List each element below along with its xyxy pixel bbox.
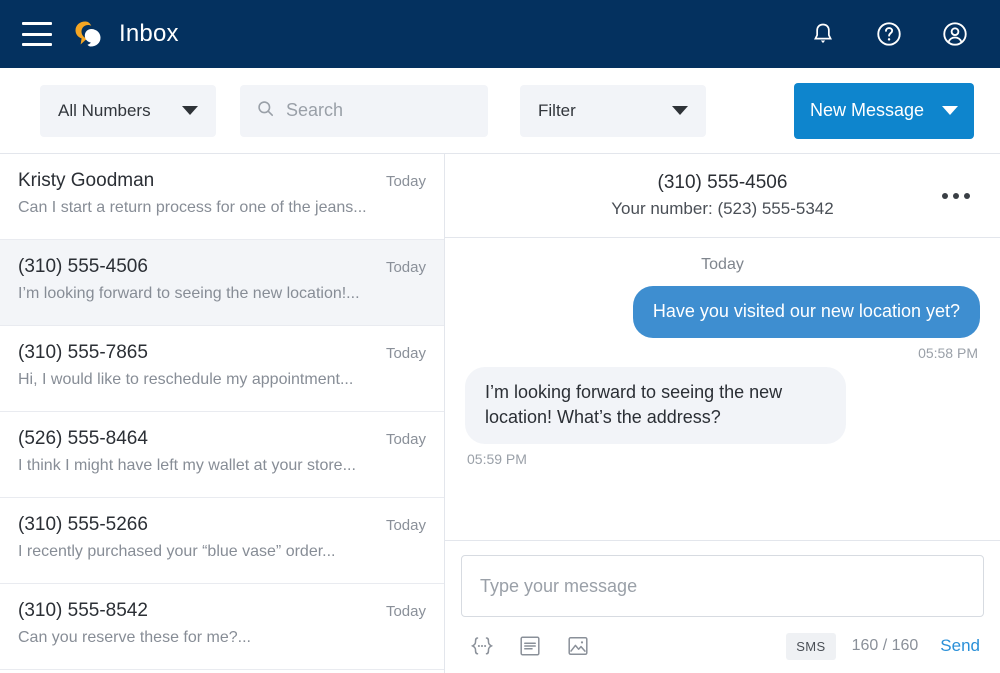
hamburger-bar — [22, 33, 52, 36]
account-circle-icon[interactable] — [940, 19, 970, 49]
conversation-item-1[interactable]: (310) 555-4506 Today I’m looking forward… — [0, 240, 444, 326]
page-title: Inbox — [119, 20, 179, 48]
conversation-time: Today — [386, 173, 426, 190]
character-counter: 160 / 160 — [852, 637, 919, 655]
search-input[interactable]: Search — [240, 85, 488, 137]
message-row-outgoing: Have you visited our new location yet? 0… — [465, 286, 980, 361]
search-placeholder: Search — [286, 100, 343, 121]
hamburger-menu-icon[interactable] — [22, 22, 52, 46]
conversation-top-row: (310) 555-4506 Today — [18, 256, 426, 278]
conversation-top-row: Kristy Goodman Today — [18, 170, 426, 192]
message-input-placeholder: Type your message — [480, 576, 637, 597]
conversation-time: Today — [386, 259, 426, 276]
conversation-preview: Hi, I would like to reschedule my appoin… — [18, 371, 426, 389]
merge-field-icon[interactable] — [465, 631, 499, 661]
conversation-preview: I recently purchased your “blue vase” or… — [18, 543, 426, 561]
filter-label: Filter — [538, 101, 576, 121]
conversation-item-4[interactable]: (310) 555-5266 Today I recently purchase… — [0, 498, 444, 584]
chevron-down-icon — [182, 106, 198, 115]
message-timestamp: 05:59 PM — [467, 451, 527, 467]
filters-toolbar: All Numbers Search Filter New Message — [0, 68, 1000, 154]
conversation-top-row: (526) 555-8464 Today — [18, 428, 426, 450]
conversation-preview: I’m looking forward to seeing the new lo… — [18, 285, 426, 303]
conversation-thread: (310) 555-4506 Your number: (523) 555-53… — [445, 154, 1000, 673]
conversation-name: Kristy Goodman — [18, 170, 378, 192]
conversation-preview: Can I start a return process for one of … — [18, 199, 426, 217]
message-bubble: Have you visited our new location yet? — [633, 286, 980, 338]
image-attach-icon[interactable] — [561, 631, 595, 661]
thread-header: (310) 555-4506 Your number: (523) 555-53… — [445, 154, 1000, 238]
header-actions — [808, 19, 970, 49]
composer-toolbar: SMS 160 / 160 Send — [461, 631, 984, 661]
thread-your-number: Your number: (523) 555-5342 — [611, 197, 833, 222]
bell-icon[interactable] — [808, 19, 838, 49]
filter-dropdown[interactable]: Filter — [520, 85, 706, 137]
conversation-item-5[interactable]: (310) 555-8542 Today Can you reserve the… — [0, 584, 444, 670]
app-logo-icon — [70, 16, 106, 52]
hamburger-bar — [22, 43, 52, 46]
conversation-time: Today — [386, 517, 426, 534]
conversation-item-0[interactable]: Kristy Goodman Today Can I start a retur… — [0, 154, 444, 240]
conversation-list[interactable]: Kristy Goodman Today Can I start a retur… — [0, 154, 445, 673]
message-composer: Type your message — [445, 540, 1000, 673]
conversation-time: Today — [386, 345, 426, 362]
conversation-name: (310) 555-7865 — [18, 342, 378, 364]
conversation-preview: Can you reserve these for me?... — [18, 629, 426, 647]
thread-header-text: (310) 555-4506 Your number: (523) 555-53… — [611, 169, 833, 221]
conversation-item-3[interactable]: (526) 555-8464 Today I think I might hav… — [0, 412, 444, 498]
day-separator-label: Today — [465, 256, 980, 274]
app-root: Inbox — [0, 0, 1000, 673]
hamburger-bar — [22, 22, 52, 25]
more-options-icon[interactable] — [934, 185, 978, 207]
conversation-item-2[interactable]: (310) 555-7865 Today Hi, I would like to… — [0, 326, 444, 412]
help-circle-icon[interactable] — [874, 19, 904, 49]
conversation-name: (526) 555-8464 — [18, 428, 378, 450]
new-message-button[interactable]: New Message — [794, 83, 974, 139]
conversation-name: (310) 555-5266 — [18, 514, 378, 536]
chevron-down-icon — [942, 106, 958, 115]
message-list: Today Have you visited our new location … — [445, 238, 1000, 540]
conversation-name: (310) 555-8542 — [18, 600, 378, 622]
thread-contact-number: (310) 555-4506 — [611, 169, 833, 197]
conversation-preview: I think I might have left my wallet at y… — [18, 457, 426, 475]
search-icon — [256, 99, 275, 123]
template-icon[interactable] — [513, 631, 547, 661]
dot — [942, 193, 948, 199]
numbers-filter-dropdown[interactable]: All Numbers — [40, 85, 216, 137]
new-message-label: New Message — [810, 100, 924, 121]
chevron-down-icon — [672, 106, 688, 115]
conversation-top-row: (310) 555-7865 Today — [18, 342, 426, 364]
conversation-top-row: (310) 555-5266 Today — [18, 514, 426, 536]
message-row-incoming: I’m looking forward to seeing the new lo… — [465, 367, 980, 467]
message-timestamp: 05:58 PM — [918, 345, 978, 361]
dot — [964, 193, 970, 199]
message-bubble: I’m looking forward to seeing the new lo… — [465, 367, 846, 444]
app-header: Inbox — [0, 0, 1000, 68]
dot — [953, 193, 959, 199]
main-content: Kristy Goodman Today Can I start a retur… — [0, 154, 1000, 673]
conversation-time: Today — [386, 431, 426, 448]
conversation-name: (310) 555-4506 — [18, 256, 378, 278]
conversation-top-row: (310) 555-8542 Today — [18, 600, 426, 622]
conversation-time: Today — [386, 603, 426, 620]
numbers-filter-label: All Numbers — [58, 101, 151, 121]
send-button[interactable]: Send — [940, 636, 980, 656]
channel-badge[interactable]: SMS — [786, 633, 835, 660]
message-input[interactable]: Type your message — [461, 555, 984, 617]
